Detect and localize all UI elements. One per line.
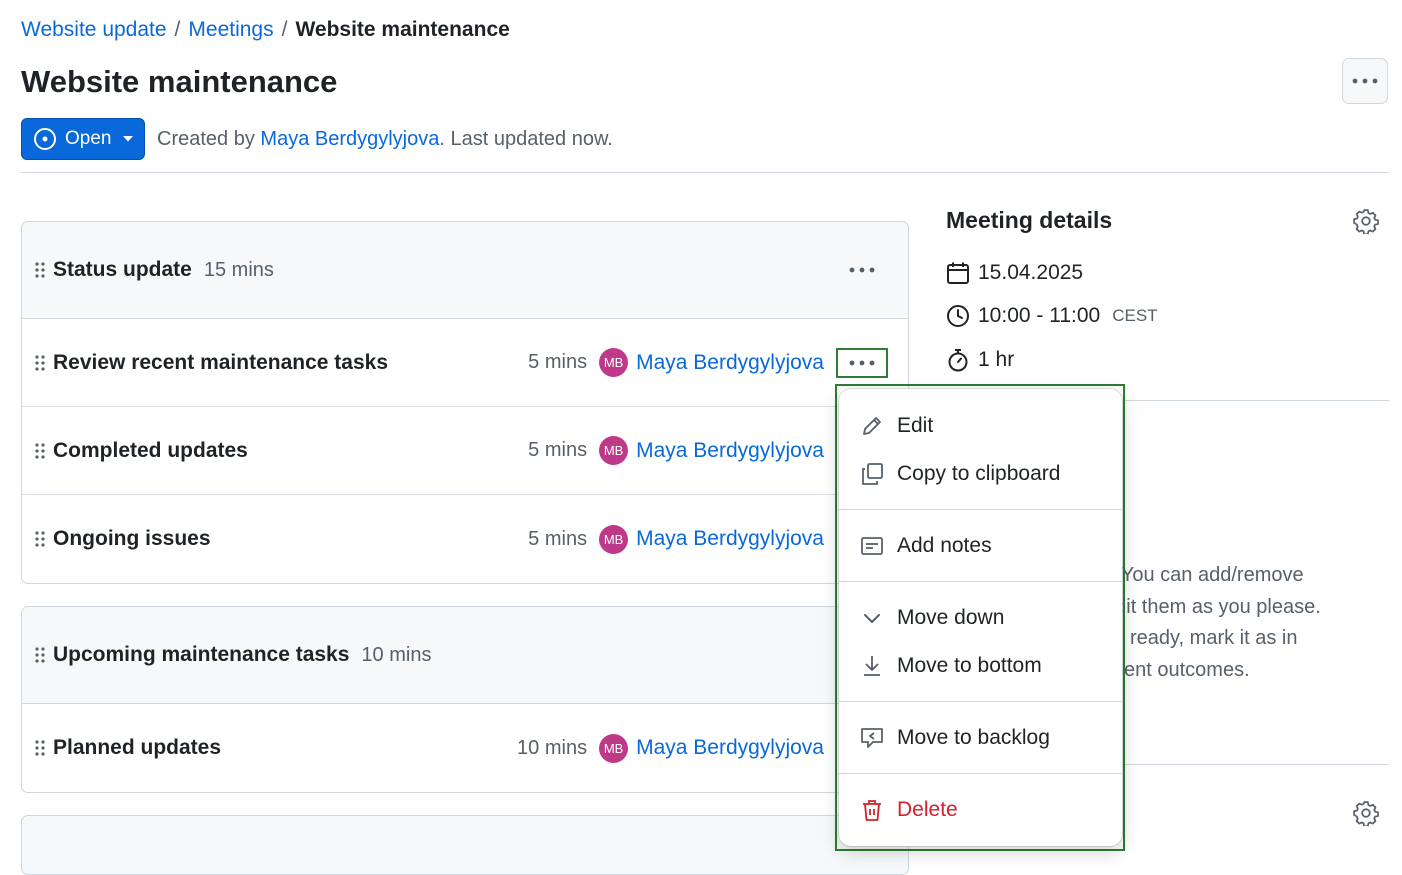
- breadcrumb-link-website-update[interactable]: Website update: [21, 18, 167, 42]
- menu-divider: [839, 581, 1122, 582]
- breadcrumb-link-meetings[interactable]: Meetings: [188, 18, 273, 42]
- menu-item-label: Delete: [897, 798, 958, 821]
- meeting-time-value: 10:00 - 11:00: [978, 304, 1101, 327]
- section-duration: 10 mins: [361, 643, 432, 666]
- agenda-section: [21, 815, 909, 875]
- menu-item-label: Add notes: [897, 534, 992, 557]
- agenda-item-title: Ongoing issues: [53, 527, 211, 550]
- menu-divider: [839, 701, 1122, 702]
- menu-item-move-backlog[interactable]: Move to backlog: [839, 714, 1122, 762]
- menu-item-label: Copy to clipboard: [897, 462, 1061, 485]
- drag-handle-icon[interactable]: [30, 354, 50, 371]
- meeting-duration-value: 1 hr: [978, 348, 1015, 371]
- agenda-item-duration: 5 mins: [528, 439, 588, 461]
- agenda-item: Completed updates 5 mins MB Maya Berdygy…: [22, 407, 908, 495]
- meta-info: Created by Maya Berdygylyjova. Last upda…: [157, 128, 613, 151]
- avatar: MB: [599, 348, 629, 377]
- meeting-date-value: 15.04.2025: [978, 261, 1084, 284]
- gear-icon[interactable]: [1353, 208, 1379, 234]
- drag-handle-icon[interactable]: [30, 262, 50, 278]
- meeting-details-title: Meeting details: [946, 207, 1113, 233]
- menu-divider: [839, 509, 1122, 510]
- section-more-button[interactable]: [836, 255, 888, 285]
- gear-icon[interactable]: [1353, 800, 1379, 826]
- more-horizontal-icon: [849, 267, 875, 273]
- trash-icon: [859, 797, 885, 823]
- caret-down-icon: [123, 136, 133, 142]
- avatar: MB: [599, 733, 629, 763]
- agenda-item-title: Completed updates: [53, 438, 248, 462]
- meeting-duration: 1 hr: [946, 348, 1014, 372]
- menu-item-label: Move to bottom: [897, 654, 1042, 677]
- agenda-item-title: Review recent maintenance tasks: [53, 350, 388, 374]
- agenda-item: Planned updates 10 mins MB Maya Berdygyl…: [22, 704, 908, 792]
- more-horizontal-icon: [1352, 78, 1378, 84]
- breadcrumb-separator: /: [281, 18, 288, 41]
- menu-item-add-notes[interactable]: Add notes: [839, 522, 1122, 570]
- menu-item-label: Move to backlog: [897, 726, 1050, 749]
- backlog-icon: [859, 725, 885, 751]
- agenda-item-duration: 5 mins: [528, 527, 588, 550]
- agenda-item-context-menu: Edit Copy to clipboard Add notes Move do…: [839, 389, 1122, 846]
- agenda-item: Review recent maintenance tasks 5 mins M…: [22, 319, 908, 407]
- agenda-item-duration: 10 mins: [517, 736, 588, 759]
- status-label: Open: [65, 128, 112, 149]
- menu-divider: [839, 773, 1122, 774]
- more-horizontal-icon: [849, 360, 875, 365]
- clock-icon: [947, 305, 969, 327]
- agenda-section: Upcoming maintenance tasks 10 mins Plann…: [21, 606, 909, 793]
- page-actions-button[interactable]: [1342, 58, 1388, 104]
- section-header: Upcoming maintenance tasks 10 mins: [22, 607, 908, 704]
- agenda-section: Status update 15 mins Review recent main…: [21, 221, 909, 584]
- avatar: MB: [599, 436, 629, 465]
- section-title: Status update: [53, 258, 192, 281]
- menu-item-delete[interactable]: Delete: [839, 786, 1122, 834]
- presenter-link[interactable]: Maya Berdygylyjova: [636, 736, 824, 760]
- drag-handle-icon[interactable]: [30, 442, 50, 459]
- agenda-item: Ongoing issues 5 mins MB Maya Berdygylyj…: [22, 495, 908, 583]
- menu-item-move-bottom[interactable]: Move to bottom: [839, 642, 1122, 690]
- chevron-down-icon: [859, 605, 885, 631]
- open-status-icon: [34, 128, 56, 150]
- pencil-icon: [859, 413, 885, 439]
- agenda-item-title: Planned updates: [53, 736, 222, 759]
- calendar-icon: [947, 262, 969, 284]
- header-divider: [21, 172, 1389, 173]
- drag-handle-icon[interactable]: [30, 647, 50, 663]
- presenter-link[interactable]: Maya Berdygylyjova: [636, 351, 824, 375]
- menu-item-edit[interactable]: Edit: [839, 402, 1122, 450]
- meeting-time: 10:00 - 11:00 CEST: [946, 304, 1158, 328]
- presenter-link[interactable]: Maya Berdygylyjova: [636, 439, 824, 463]
- breadcrumb-separator: /: [174, 18, 181, 41]
- item-more-button[interactable]: [836, 347, 888, 378]
- stopwatch-icon: [948, 349, 968, 372]
- menu-item-label: Edit: [897, 414, 934, 437]
- avatar: MB: [599, 524, 629, 554]
- agenda-item-duration: 5 mins: [528, 351, 588, 373]
- breadcrumb-current: Website maintenance: [295, 18, 510, 41]
- status-dropdown-button[interactable]: Open: [21, 118, 145, 160]
- presenter-link[interactable]: Maya Berdygylyjova: [636, 527, 824, 551]
- timezone: CEST: [1112, 306, 1158, 325]
- created-prefix: Created by: [157, 127, 255, 150]
- drag-handle-icon[interactable]: [30, 740, 50, 756]
- meeting-date: 15.04.2025: [946, 261, 1083, 285]
- section-title: Upcoming maintenance tasks: [53, 643, 350, 666]
- section-duration: 15 mins: [203, 258, 274, 281]
- arrow-to-bottom-icon: [859, 653, 885, 679]
- breadcrumb: Website update / Meetings / Website main…: [21, 18, 510, 42]
- updated-text: . Last updated now.: [439, 127, 613, 150]
- copy-icon: [859, 461, 885, 487]
- page-title: Website maintenance: [21, 64, 338, 99]
- menu-item-copy[interactable]: Copy to clipboard: [839, 450, 1122, 498]
- drag-handle-icon[interactable]: [30, 531, 50, 547]
- menu-item-label: Move down: [897, 606, 1005, 629]
- note-icon: [859, 533, 885, 559]
- menu-item-move-down[interactable]: Move down: [839, 594, 1122, 642]
- status-row: Open Created by Maya Berdygylyjova. Last…: [21, 118, 613, 160]
- author-link[interactable]: Maya Berdygylyjova: [260, 128, 439, 150]
- section-header: Status update 15 mins: [22, 222, 908, 319]
